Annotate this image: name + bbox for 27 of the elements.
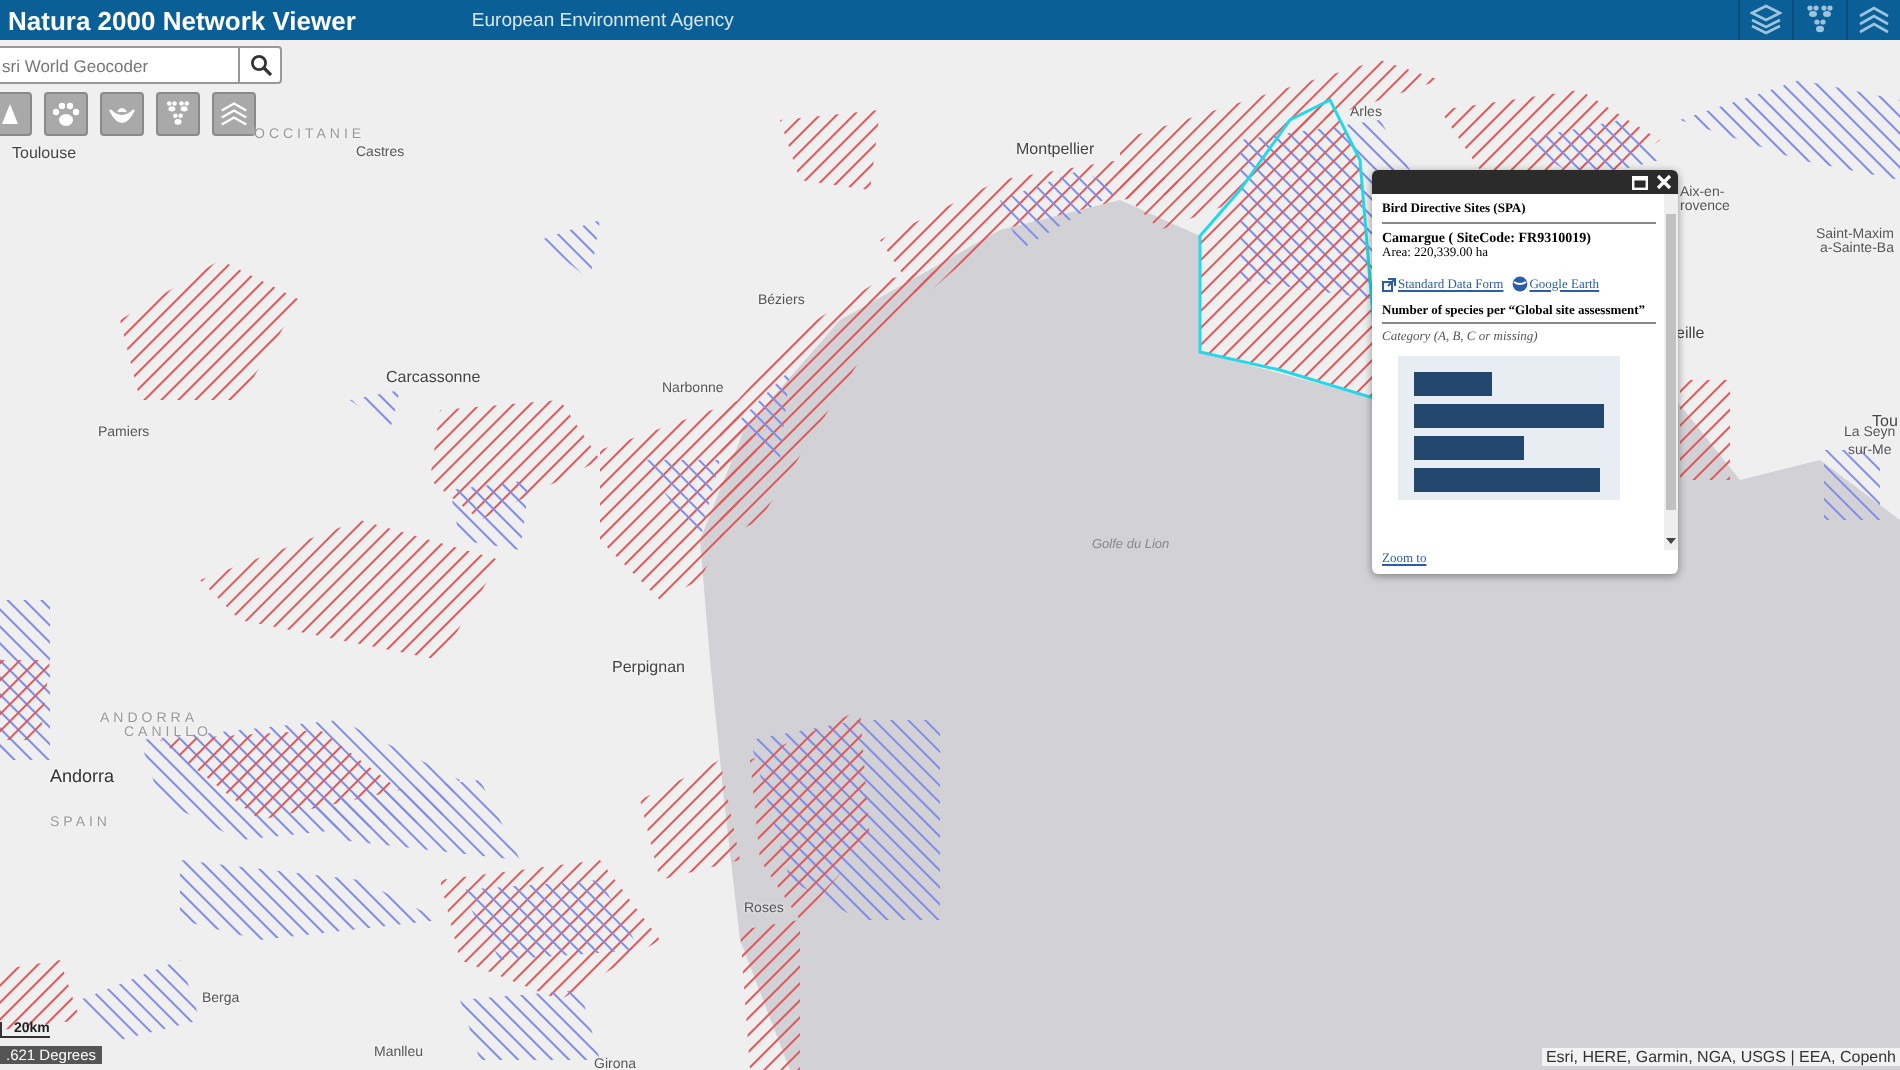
- globe-icon: [1511, 276, 1528, 292]
- search-icon: [249, 54, 272, 76]
- place-label: Toulouse: [12, 144, 77, 162]
- paw-prints-icon: [164, 100, 192, 128]
- tool-button[interactable]: [212, 92, 256, 136]
- app-title: Natura 2000 Network Viewer: [8, 5, 356, 35]
- chevron-stack-icon: [220, 98, 248, 130]
- paw-icon: [52, 101, 80, 127]
- search-bar[interactable]: sri World Geocoder: [0, 46, 282, 84]
- place-label: Tou: [1872, 412, 1898, 430]
- link-icon: [1382, 277, 1396, 291]
- place-label: Perpignan: [612, 658, 685, 676]
- tool-button[interactable]: [0, 92, 32, 136]
- place-label: Andorra: [50, 766, 115, 786]
- maximize-icon[interactable]: [1632, 175, 1648, 189]
- tool-button[interactable]: [44, 92, 88, 136]
- tool-button[interactable]: [100, 92, 144, 136]
- place-label: Montpellier: [1016, 140, 1095, 158]
- tool-button[interactable]: [156, 92, 200, 136]
- place-label: Carcassonne: [386, 368, 481, 386]
- triangle-icon: [0, 102, 20, 126]
- close-icon[interactable]: [1656, 174, 1672, 190]
- search-field[interactable]: sri World Geocoder: [0, 48, 239, 82]
- attribution-text: Esri, HERE, Garmin, NGA, USGS | EEA, Copenh: [1541, 1048, 1900, 1066]
- agency-name: European Environment Agency: [471, 9, 734, 31]
- scrollbar[interactable]: [1664, 194, 1678, 550]
- scroll-down-icon[interactable]: [1666, 538, 1676, 544]
